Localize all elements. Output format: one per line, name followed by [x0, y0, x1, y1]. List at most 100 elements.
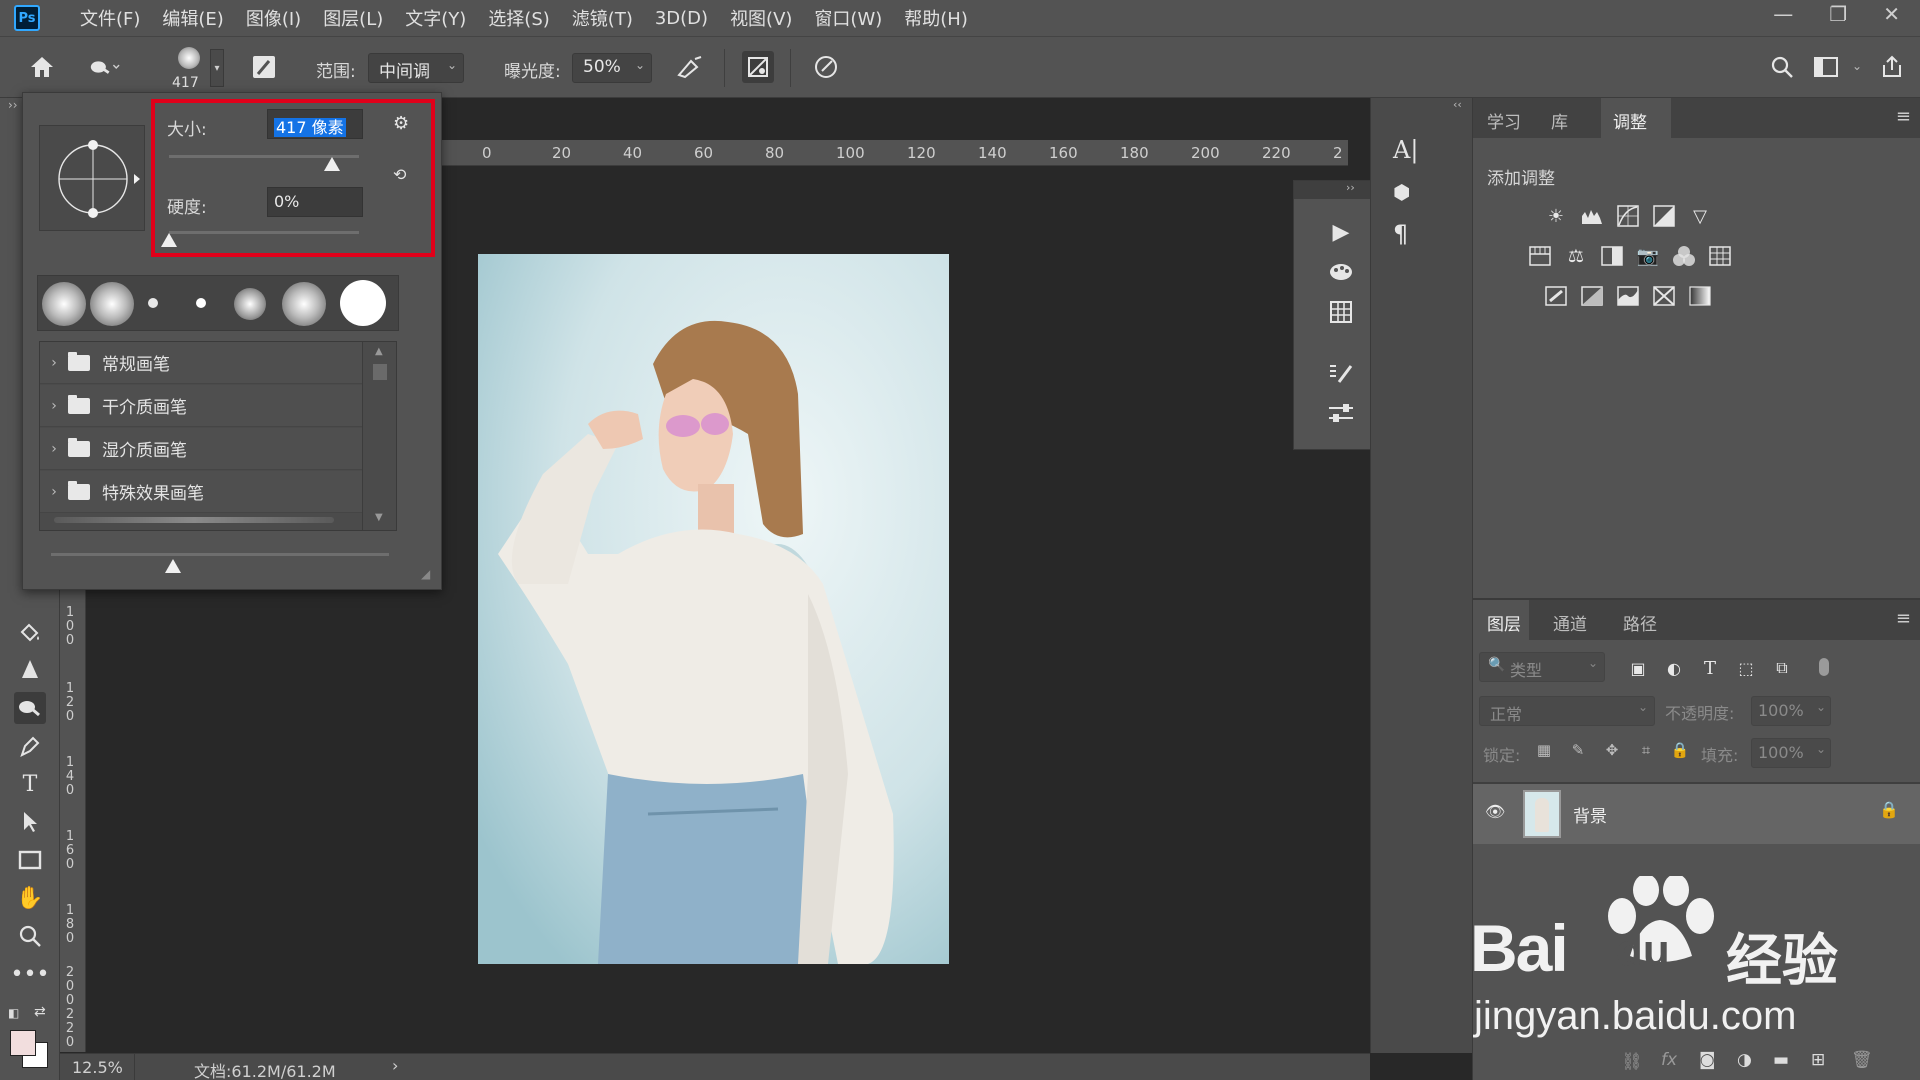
- scroll-thumb[interactable]: [373, 364, 387, 380]
- path-selection-tool-icon[interactable]: [14, 806, 46, 838]
- new-group-icon[interactable]: ▬: [1773, 1050, 1789, 1070]
- brush-settings-panel-icon[interactable]: [1324, 359, 1358, 389]
- foreground-color-swatch[interactable]: [10, 1030, 36, 1056]
- eye-icon[interactable]: 👁: [1485, 802, 1505, 821]
- menu-layer[interactable]: 图层(L): [323, 5, 383, 31]
- tab-paths[interactable]: 路径: [1623, 610, 1657, 635]
- brush-preset-soft-pressure[interactable]: [90, 282, 134, 326]
- brush-preset-soft[interactable]: [42, 282, 86, 326]
- pen-tool-icon[interactable]: [14, 730, 46, 762]
- dodge-tool-icon[interactable]: [14, 692, 46, 724]
- tool-presets-icon[interactable]: [1324, 399, 1358, 429]
- lock-artboard-icon[interactable]: ⌗: [1633, 738, 1659, 762]
- resize-grip-icon[interactable]: ◢: [421, 567, 430, 581]
- chevron-down-icon[interactable]: ⌄: [1852, 59, 1862, 73]
- panel-menu-icon[interactable]: ≡: [1896, 608, 1911, 629]
- paint-bucket-tool-icon[interactable]: [14, 616, 46, 648]
- more-tools-icon[interactable]: •••: [11, 958, 50, 990]
- exposure-icon[interactable]: [1651, 204, 1677, 228]
- tab-learn[interactable]: 学习: [1487, 108, 1521, 133]
- menu-view[interactable]: 视图(V): [730, 5, 792, 31]
- restore-icon[interactable]: ❐: [1829, 2, 1847, 26]
- default-colors-icon[interactable]: ◧: [8, 1006, 19, 1020]
- preview-size-slider-thumb[interactable]: [165, 559, 181, 573]
- pressure-size-icon[interactable]: [810, 51, 842, 83]
- menu-filter[interactable]: 滤镜(T): [572, 5, 633, 31]
- list-item[interactable]: › 干介质画笔: [40, 385, 362, 427]
- minimize-icon[interactable]: —: [1773, 2, 1793, 26]
- share-icon[interactable]: [1876, 51, 1908, 83]
- list-item[interactable]: › 湿介质画笔: [40, 428, 362, 470]
- channel-mixer-icon[interactable]: [1671, 244, 1697, 268]
- filter-smart-object-icon[interactable]: ⧉: [1769, 656, 1795, 680]
- black-white-icon[interactable]: [1599, 244, 1625, 268]
- lock-transparent-icon[interactable]: ▦: [1531, 738, 1557, 762]
- brush-preset-small[interactable]: [148, 298, 158, 308]
- protect-tones-toggle[interactable]: [742, 51, 774, 83]
- layer-filter-select[interactable]: 🔍 类型 ⌄: [1479, 652, 1605, 682]
- expand-toolbar-icon[interactable]: ››: [8, 98, 18, 112]
- chevron-right-icon[interactable]: ›: [392, 1056, 398, 1075]
- hue-saturation-icon[interactable]: [1527, 244, 1553, 268]
- document-photo[interactable]: [478, 254, 949, 964]
- collapse-icon[interactable]: ››: [1346, 181, 1355, 194]
- menu-image[interactable]: 图像(I): [246, 5, 301, 31]
- threshold-icon[interactable]: [1615, 284, 1641, 308]
- brightness-contrast-icon[interactable]: ☀: [1543, 204, 1569, 228]
- preview-size-slider[interactable]: [51, 553, 389, 556]
- brush-angle-preview[interactable]: [39, 125, 145, 231]
- menu-window[interactable]: 窗口(W): [814, 5, 882, 31]
- list-item[interactable]: › 常规画笔: [40, 342, 362, 384]
- exposure-input[interactable]: 50% ⌄: [572, 53, 652, 83]
- filter-type-icon[interactable]: T: [1697, 656, 1723, 680]
- link-layers-icon[interactable]: ⛓: [1621, 1052, 1643, 1072]
- selective-color-icon[interactable]: [1651, 284, 1677, 308]
- scroll-up-icon[interactable]: ▲: [375, 346, 383, 357]
- menu-3d[interactable]: 3D(D): [655, 8, 708, 29]
- opacity-input[interactable]: 100% ⌄: [1751, 696, 1831, 726]
- add-mask-icon[interactable]: ◙: [1699, 1050, 1716, 1070]
- tab-channels[interactable]: 通道: [1553, 610, 1587, 635]
- hand-tool-icon[interactable]: ✋: [14, 882, 46, 914]
- lock-image-icon[interactable]: ✎: [1565, 738, 1591, 762]
- blend-mode-select[interactable]: 正常 ⌄: [1479, 696, 1655, 726]
- brush-picker[interactable]: 417: [168, 45, 208, 93]
- dodge-tool-preset-icon[interactable]: [88, 51, 120, 83]
- trash-icon[interactable]: 🗑: [1851, 1050, 1873, 1070]
- 3d-panel-icon[interactable]: ⬢: [1393, 180, 1410, 204]
- play-icon[interactable]: ▶: [1324, 217, 1358, 247]
- color-lookup-icon[interactable]: [1707, 244, 1733, 268]
- character-panel-icon[interactable]: A|: [1393, 136, 1418, 164]
- type-tool-icon[interactable]: T: [14, 768, 46, 800]
- folder-list-scrollbar[interactable]: ▲ ▼: [362, 342, 396, 530]
- fx-icon[interactable]: fx: [1661, 1050, 1677, 1070]
- vibrance-icon[interactable]: ▽: [1687, 204, 1713, 228]
- color-balance-icon[interactable]: ⚖: [1563, 244, 1589, 268]
- rectangle-tool-icon[interactable]: [14, 844, 46, 876]
- zoom-tool-icon[interactable]: [14, 920, 46, 952]
- range-select[interactable]: 中间调 ⌄: [368, 53, 464, 83]
- brush-picker-dropdown[interactable]: ▾: [210, 49, 224, 87]
- scroll-down-icon[interactable]: ▼: [375, 512, 383, 523]
- curves-icon[interactable]: [1615, 204, 1641, 228]
- list-item[interactable]: › 特殊效果画笔: [40, 471, 362, 513]
- lock-all-icon[interactable]: 🔒: [1667, 738, 1693, 762]
- filter-adjustment-icon[interactable]: ◐: [1661, 656, 1687, 680]
- zoom-level[interactable]: 12.5%: [72, 1058, 123, 1077]
- airbrush-icon[interactable]: [674, 51, 706, 83]
- brush-preset-hard-small[interactable]: [196, 298, 206, 308]
- filter-toggle-icon[interactable]: [1819, 658, 1829, 676]
- lock-position-icon[interactable]: ✥: [1599, 738, 1625, 762]
- new-layer-icon[interactable]: ⊞: [1811, 1050, 1825, 1070]
- levels-icon[interactable]: [1579, 204, 1605, 228]
- filter-shape-icon[interactable]: ⬚: [1733, 656, 1759, 680]
- brush-settings-icon[interactable]: [248, 51, 280, 83]
- paragraph-panel-icon[interactable]: ¶: [1393, 220, 1408, 248]
- tab-adjustments[interactable]: 调整: [1613, 108, 1647, 133]
- layer-row[interactable]: 👁 背景 🔒: [1473, 784, 1920, 844]
- search-icon[interactable]: [1766, 51, 1798, 83]
- posterize-icon[interactable]: [1579, 284, 1605, 308]
- gradient-map-icon[interactable]: [1687, 284, 1713, 308]
- brush-preset-medium-soft[interactable]: [234, 288, 266, 320]
- blur-tool-icon[interactable]: [14, 654, 46, 686]
